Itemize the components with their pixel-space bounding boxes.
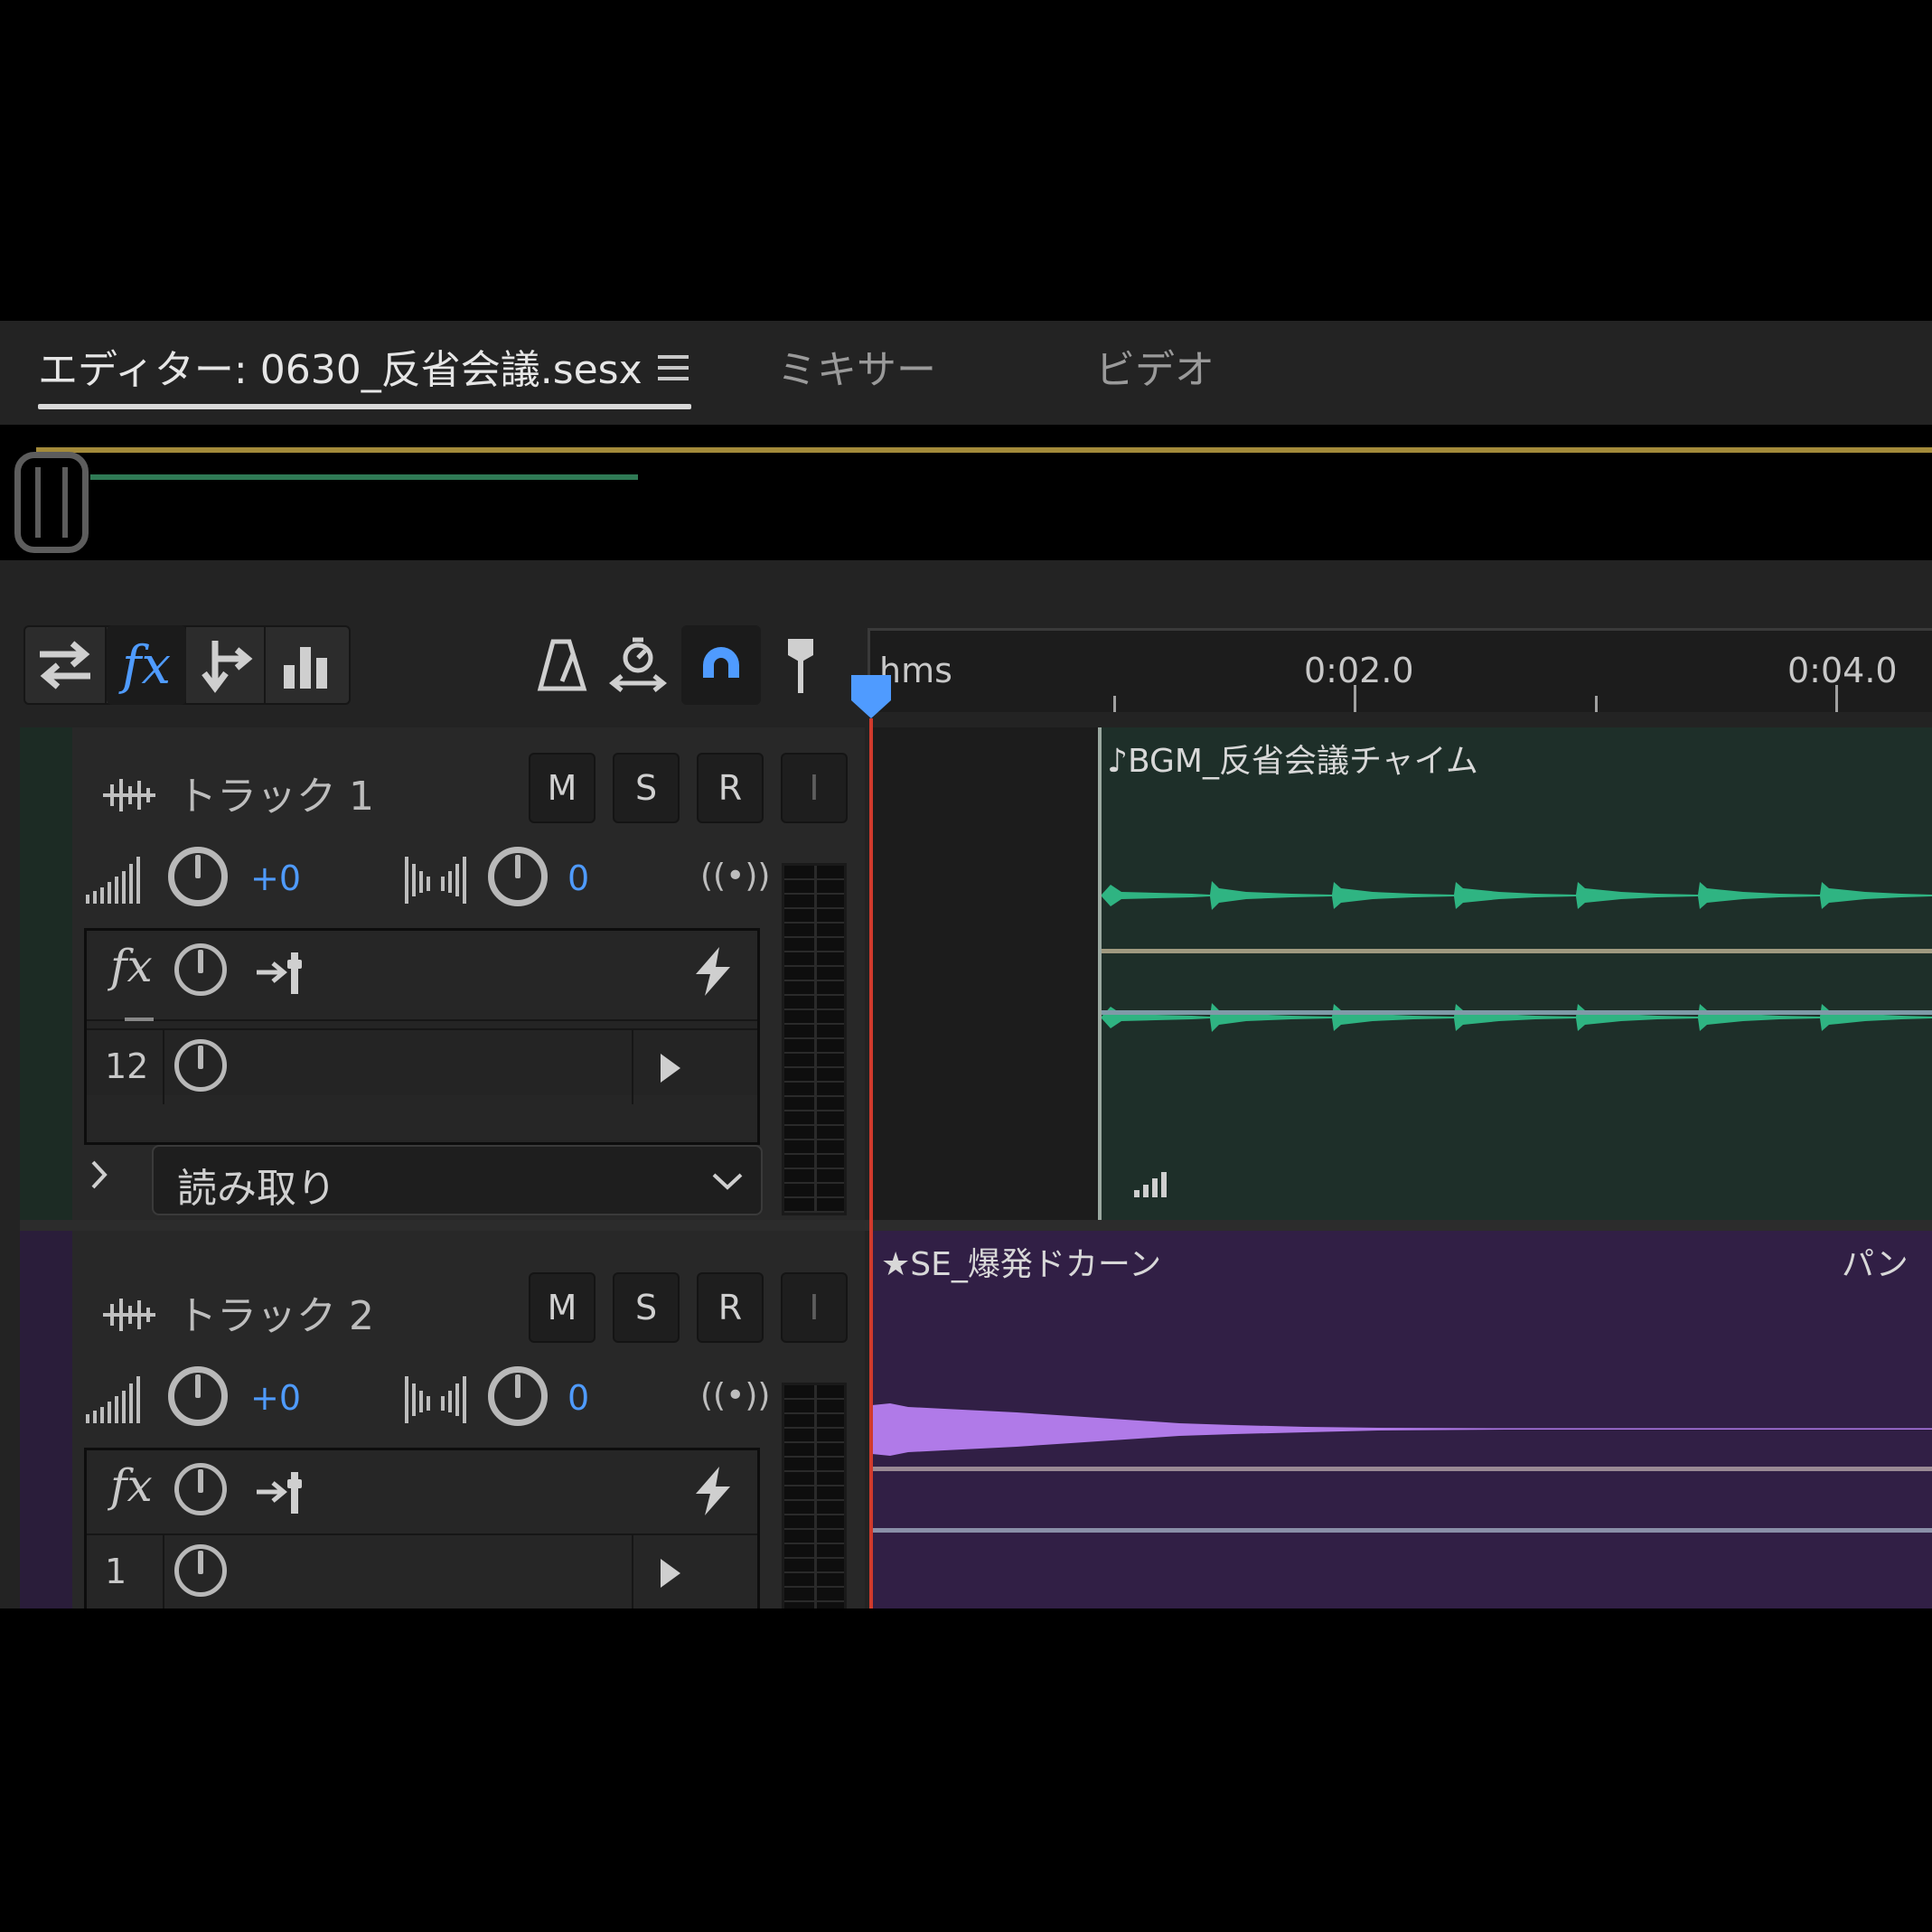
clip-gain-icon[interactable] [1134,1170,1170,1197]
rack-prefader-icon[interactable] [255,947,307,994]
bgm-clip-title: ♪BGM_反省会議チャイム [1107,743,1478,780]
bar-chart-icon[interactable] [266,625,345,705]
fx-slot-expand-icon[interactable] [659,1557,682,1590]
bgm-waveform [1102,881,1932,1032]
fx-slot-row[interactable]: 1 [87,1533,757,1608]
active-tab-underline [38,404,691,409]
playhead-line[interactable] [869,718,873,1608]
track-2-volume-icon [86,1376,140,1423]
multitrack-editor-panel: エディター: 0630_反省会議.sesx ミキサー ビデオ fx hms 0:… [0,321,1932,1608]
track-2-volume-knob[interactable] [168,1366,228,1426]
track-1-automation-mode-dropdown[interactable]: 読み取り [152,1145,763,1215]
bgm-volume-envelope[interactable] [1102,949,1932,953]
fx-slot-number: 1 [105,1552,127,1591]
switch-arrows-icon[interactable] [25,625,105,705]
timeline-ruler[interactable]: hms 0:02.0 0:04.0 [868,628,1932,712]
rack-fx-icon: fx [110,1459,153,1512]
track-1-volume-icon [86,857,140,904]
ruler-tick [1595,696,1598,712]
ruler-tick [1354,685,1356,712]
track-1-pan-value[interactable]: 0 [567,858,589,898]
se-pan-envelope[interactable] [872,1528,1932,1533]
fx-icon[interactable]: fx [107,625,186,705]
track-2-record-button[interactable]: R [697,1272,764,1343]
metronome-icon[interactable] [522,625,602,705]
fx-slot-row[interactable]: 12 [87,1028,757,1104]
marker-pin-icon[interactable] [761,625,840,705]
overview-visible-range [36,447,1932,453]
track-2-waveform-icon [103,1299,155,1331]
track-1-effects-rack: fx 12 [84,928,760,1145]
track-1-input-monitor-button[interactable]: I [781,753,848,823]
track-2-output-icon[interactable]: ((•)) [700,1377,770,1414]
track-1-record-button[interactable]: R [697,753,764,823]
track-2-pan-knob[interactable] [488,1366,548,1426]
snap-magnet-icon[interactable] [681,625,761,705]
track-1-level-meter [782,863,847,1215]
ruler-tick [1835,685,1838,712]
ruler-label-4s: 0:04.0 [1787,651,1898,690]
track-2-color-strip [20,1231,72,1608]
track-2-level-meter [782,1383,847,1608]
chevron-down-icon [712,1173,743,1190]
tab-editor[interactable]: エディター: 0630_反省会議.sesx [38,337,642,395]
rack-bypass-lightning-icon[interactable] [692,1467,734,1515]
track-2-input-monitor-button[interactable]: I [781,1272,848,1343]
tab-video[interactable]: ビデオ [1095,337,1215,395]
overview-zoom-handle[interactable] [14,452,89,553]
se-clip-pan-label: パン [1842,1246,1909,1283]
track-1-volume-value[interactable]: +0 [250,858,301,898]
fx-slot-power-icon[interactable] [174,1544,227,1597]
se-volume-envelope[interactable] [872,1467,1932,1471]
fx-slot-expand-icon[interactable] [659,1052,682,1084]
overview-clip-marker [90,474,638,480]
track-2-effects-rack: fx 1 [84,1448,760,1608]
track-2-pan-value[interactable]: 0 [567,1378,589,1418]
fx-slot-number: 12 [105,1046,149,1086]
automation-mode-label: 読み取り [177,1166,336,1212]
time-stretch-icon[interactable] [598,625,678,705]
send-icon[interactable] [186,625,266,705]
track-1-waveform-icon [103,779,155,811]
track-2-mute-button[interactable]: M [529,1272,596,1343]
tab-mixer[interactable]: ミキサー [777,337,936,395]
track-2-solo-button[interactable]: S [613,1272,680,1343]
rack-bypass-lightning-icon[interactable] [692,947,734,996]
track-1-volume-knob[interactable] [168,847,228,906]
track-2-pan-icon [405,1376,466,1423]
track-1-pan-icon [405,857,466,904]
bgm-pan-envelope[interactable] [1102,1010,1932,1015]
rack-power-icon[interactable] [174,1463,227,1515]
track-2-volume-value[interactable]: +0 [250,1378,301,1418]
playhead-handle[interactable] [849,673,893,720]
session-overview[interactable] [0,425,1932,560]
track-1-pan-knob[interactable] [488,847,548,906]
rack-fx-icon: fx [110,940,153,992]
track-divider[interactable] [20,1220,1932,1231]
rack-prefader-icon[interactable] [255,1467,307,1514]
se-waveform [872,1403,1932,1456]
track-2-name[interactable]: トラック 2 [177,1283,374,1341]
se-clip-title: ★SE_爆発ドカーン [881,1246,1162,1283]
track-1-name[interactable]: トラック 1 [177,764,374,821]
track-1-output-icon[interactable]: ((•)) [700,858,770,895]
rack-power-icon[interactable] [174,943,227,996]
panel-menu-icon[interactable] [658,355,689,384]
track-1-color-strip [20,727,72,1220]
ruler-tick [1113,696,1116,712]
fx-slot-power-icon[interactable] [174,1039,227,1092]
track-1-mute-button[interactable]: M [529,753,596,823]
track-1-expand-chevron-icon[interactable] [90,1159,108,1190]
track-1-solo-button[interactable]: S [613,753,680,823]
ruler-label-2s: 0:02.0 [1304,651,1414,690]
